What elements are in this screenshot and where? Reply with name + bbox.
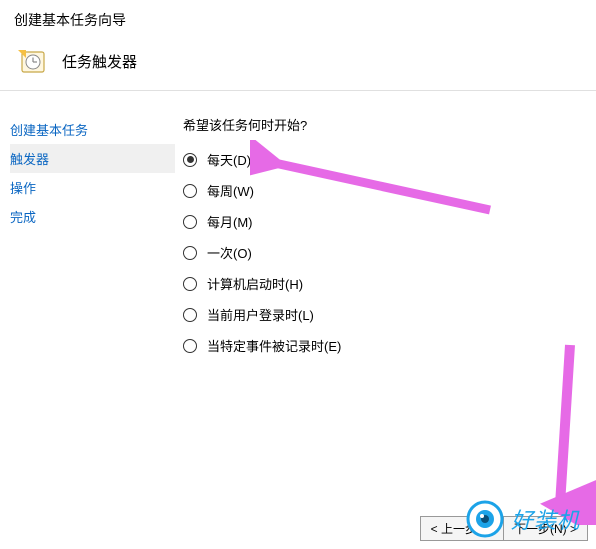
- wizard-footer: < 上一步(B) 下一步(N) >: [420, 516, 588, 541]
- radio-label: 每月(M): [207, 212, 253, 231]
- radio-icon: [183, 277, 197, 291]
- radio-label: 当特定事件被记录时(E): [207, 336, 341, 355]
- wizard-sidebar: 创建基本任务 触发器 操作 完成: [0, 91, 175, 515]
- sidebar-item-trigger[interactable]: 触发器: [10, 144, 175, 173]
- clock-icon: [18, 46, 48, 76]
- wizard-title: 创建基本任务向导: [10, 10, 586, 30]
- radio-startup[interactable]: 计算机启动时(H): [183, 274, 596, 293]
- radio-daily[interactable]: 每天(D): [183, 150, 596, 169]
- sidebar-item-create-task[interactable]: 创建基本任务: [10, 115, 175, 144]
- radio-logon[interactable]: 当前用户登录时(L): [183, 305, 596, 324]
- next-button[interactable]: 下一步(N) >: [504, 516, 588, 541]
- radio-icon: [183, 308, 197, 322]
- wizard-main: 希望该任务何时开始? 每天(D) 每周(W) 每月(M) 一次(O) 计算机启动…: [175, 91, 596, 515]
- radio-icon: [183, 339, 197, 353]
- radio-icon: [183, 215, 197, 229]
- radio-label: 每天(D): [207, 150, 251, 169]
- radio-label: 当前用户登录时(L): [207, 305, 314, 324]
- sidebar-item-finish[interactable]: 完成: [10, 202, 175, 231]
- radio-label: 一次(O): [207, 243, 252, 262]
- trigger-options: 每天(D) 每周(W) 每月(M) 一次(O) 计算机启动时(H) 当前用户登录…: [183, 150, 596, 367]
- sidebar-item-action[interactable]: 操作: [10, 173, 175, 202]
- wizard-step-label: 任务触发器: [62, 51, 137, 72]
- radio-weekly[interactable]: 每周(W): [183, 181, 596, 200]
- radio-label: 计算机启动时(H): [207, 274, 303, 293]
- trigger-question: 希望该任务何时开始?: [183, 115, 596, 134]
- radio-monthly[interactable]: 每月(M): [183, 212, 596, 231]
- radio-icon: [183, 184, 197, 198]
- radio-icon: [183, 246, 197, 260]
- radio-once[interactable]: 一次(O): [183, 243, 596, 262]
- radio-label: 每周(W): [207, 181, 254, 200]
- back-button[interactable]: < 上一步(B): [420, 516, 504, 541]
- wizard-header: 创建基本任务向导 任务触发器: [0, 0, 596, 91]
- radio-icon: [183, 153, 197, 167]
- wizard-body: 创建基本任务 触发器 操作 完成 希望该任务何时开始? 每天(D) 每周(W) …: [0, 91, 596, 515]
- wizard-subheader: 任务触发器: [10, 46, 586, 76]
- radio-event[interactable]: 当特定事件被记录时(E): [183, 336, 596, 355]
